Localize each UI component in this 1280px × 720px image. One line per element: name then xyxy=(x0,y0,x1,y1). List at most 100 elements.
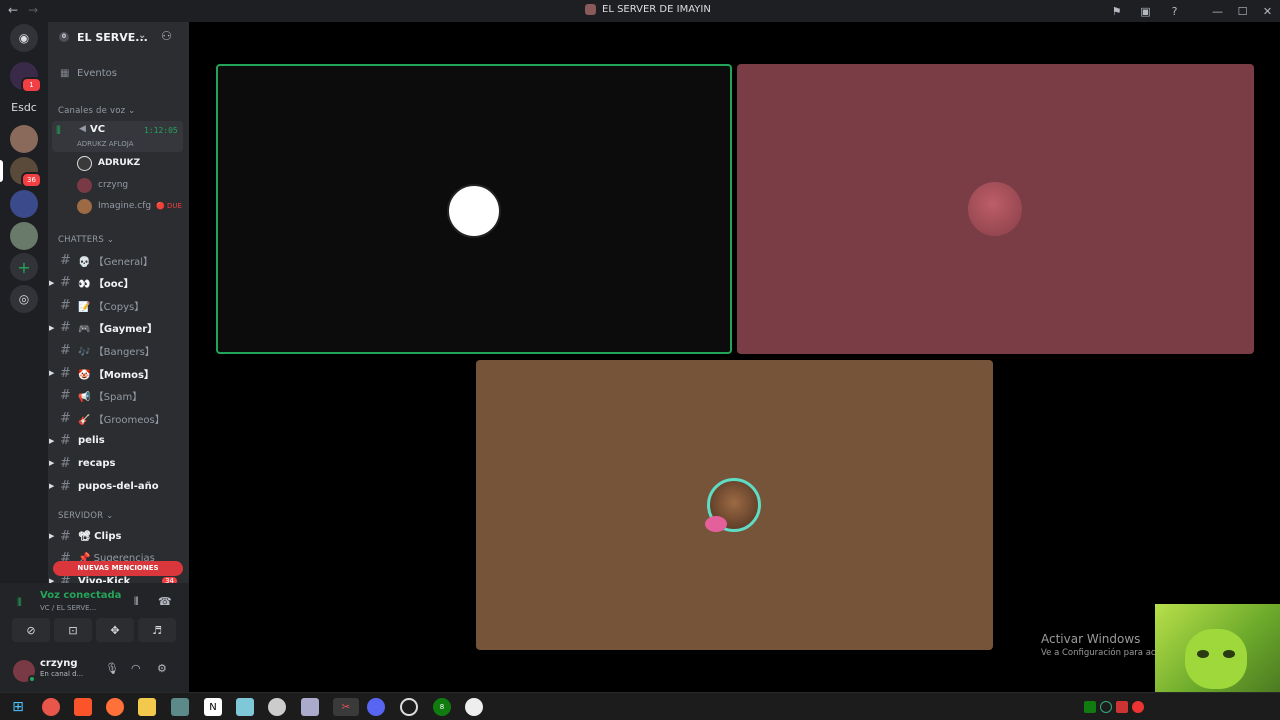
soundboard-icon: ♬ xyxy=(152,623,162,637)
voice-connected-label[interactable]: Voz conectada xyxy=(40,590,121,601)
flag-icon[interactable]: ⚑ xyxy=(1102,5,1131,18)
folder-label[interactable]: Esdc xyxy=(0,101,48,114)
inbox-icon[interactable]: ▣ xyxy=(1131,5,1160,18)
picture-in-picture-cat[interactable] xyxy=(1155,604,1280,692)
voice-timer: 1:12:05 xyxy=(144,126,178,135)
server-header[interactable]: 0 EL SERVE... ⌄ ⚇ xyxy=(48,22,189,54)
steam-icon[interactable] xyxy=(400,698,418,716)
app-icon[interactable] xyxy=(301,698,319,716)
expand-arrow-icon[interactable]: ▶ xyxy=(49,532,54,540)
events-row[interactable]: ▦ Eventos xyxy=(52,63,185,83)
close-icon[interactable]: ✕ xyxy=(1255,5,1280,18)
channel-label: pupos-del-año xyxy=(78,480,159,492)
invite-icon[interactable]: ⚇ xyxy=(161,29,172,43)
snipping-icon[interactable]: ✂ xyxy=(333,698,359,716)
noise-suppression-icon[interactable]: ⫴ xyxy=(134,595,139,609)
folder-icon[interactable] xyxy=(138,698,156,716)
shield-icon[interactable] xyxy=(268,698,286,716)
discord-home-icon[interactable]: ◉ xyxy=(10,24,38,52)
tray-record-icon[interactable] xyxy=(1132,701,1144,713)
discord-taskbar-icon[interactable] xyxy=(367,698,385,716)
expand-arrow-icon[interactable]: ▶ xyxy=(49,324,54,332)
mouse-app-icon[interactable] xyxy=(465,698,483,716)
soundboard-button[interactable]: ♬ xyxy=(138,618,176,642)
channel-row[interactable]: # 💀 【General】 xyxy=(52,250,185,270)
server-icon-1[interactable] xyxy=(10,125,38,153)
server-thumb-icon xyxy=(585,4,596,15)
channel-row[interactable]: ▶ # 👀 【ooc】 xyxy=(49,273,185,293)
expand-arrow-icon[interactable]: ▶ xyxy=(49,369,54,377)
activate-windows-title: Activar Windows xyxy=(1041,632,1141,646)
server-icon-2[interactable]: 36 xyxy=(10,157,42,188)
add-server-icon[interactable]: + xyxy=(10,253,38,281)
microphone-icon[interactable]: 🎙 xyxy=(105,662,119,675)
voice-member-adrukz[interactable]: ADRUKZ xyxy=(77,153,140,173)
headphones-icon[interactable]: ◠ xyxy=(131,662,141,675)
browser-icon[interactable] xyxy=(42,698,60,716)
settings-gear-icon[interactable]: ⚙ xyxy=(157,662,167,675)
username[interactable]: crzyng xyxy=(40,658,77,669)
expand-arrow-icon[interactable]: ▶ xyxy=(49,482,54,490)
video-tile-imagine[interactable] xyxy=(476,360,993,650)
dm-badge: 1 xyxy=(21,77,42,93)
brave-icon[interactable] xyxy=(74,698,92,716)
speaker-icon: ◀ xyxy=(79,124,86,134)
compass-icon[interactable]: ◎ xyxy=(10,285,38,313)
server-icon-4[interactable] xyxy=(10,222,38,250)
signal-icon[interactable]: ⦀ xyxy=(17,596,22,610)
channel-row[interactable]: # 📢 【Spam】 xyxy=(52,386,185,406)
channel-row[interactable]: ▶ # 📽 Clips xyxy=(49,526,185,546)
channel-label: 💀 【General】 xyxy=(78,256,154,268)
channel-row[interactable]: ▶ # 🤡 【Momos】 xyxy=(49,363,185,383)
channel-row[interactable]: # 🎶 【Bangers】 xyxy=(52,340,185,360)
firefox-icon[interactable] xyxy=(106,698,124,716)
channel-label: 🎸 【Groomeos】 xyxy=(78,414,165,426)
video-tile-adrukz[interactable] xyxy=(216,64,732,354)
expand-arrow-icon[interactable]: ▶ xyxy=(49,459,54,467)
dm-avatar[interactable]: 1 xyxy=(10,62,42,93)
servidor-category[interactable]: SERVIDOR ⌄ xyxy=(58,511,114,521)
voice-category[interactable]: Canales de voz ⌄ xyxy=(58,106,136,116)
minimize-icon[interactable]: — xyxy=(1205,5,1230,18)
notes-icon[interactable] xyxy=(236,698,254,716)
user-status: En canal d... xyxy=(40,670,84,678)
channel-row[interactable]: ▶ # pelis xyxy=(49,431,185,451)
maximize-icon[interactable]: ☐ xyxy=(1230,5,1255,18)
video-tile-crzyng[interactable] xyxy=(737,64,1254,354)
hash-icon: # xyxy=(60,455,71,471)
help-icon[interactable]: ? xyxy=(1160,5,1189,18)
calculator-icon[interactable] xyxy=(171,698,189,716)
channel-label: 📝 【Copys】 xyxy=(78,301,145,313)
xbox-icon[interactable]: 8 xyxy=(433,698,451,716)
expand-arrow-icon[interactable]: ▶ xyxy=(49,437,54,445)
tray-xbox-icon[interactable] xyxy=(1084,701,1096,713)
forward-arrow-icon[interactable]: → xyxy=(28,3,38,17)
windows-start-icon[interactable]: ⊞ xyxy=(9,698,27,716)
activities-button[interactable]: ✥ xyxy=(96,618,134,642)
hash-icon: # xyxy=(60,410,71,426)
voice-member-crzyng[interactable]: crzyng xyxy=(77,175,128,195)
channel-row[interactable]: ▶ # pupos-del-año xyxy=(49,476,185,496)
tray-status-icon[interactable] xyxy=(1100,701,1112,713)
channel-label: Vivo-Kick xyxy=(78,575,131,583)
channel-row[interactable]: # 🎸 【Groomeos】 xyxy=(52,408,185,428)
disconnect-icon[interactable]: ☎ xyxy=(158,595,172,608)
user-area: crzyng En canal d... 🎙 ◠ ⚙ xyxy=(0,655,189,692)
voice-channel-vc[interactable]: ⦀ ◀ VC 1:12:05 ADRUKZ AFLOJA xyxy=(52,121,183,152)
window-title-text: EL SERVER DE IMAYIN xyxy=(602,4,711,15)
new-mentions-banner[interactable]: NUEVAS MENCIONES xyxy=(53,561,183,576)
channel-row[interactable]: ▶ # recaps xyxy=(49,453,185,473)
back-arrow-icon[interactable]: ← xyxy=(8,3,18,17)
notion-icon[interactable]: N xyxy=(204,698,222,716)
expand-arrow-icon[interactable]: ▶ xyxy=(49,279,54,287)
voice-location[interactable]: VC / EL SERVE... xyxy=(40,604,96,612)
channel-row[interactable]: ▶ # 🎮 【Gaymer】 xyxy=(49,318,185,338)
chatters-category[interactable]: CHATTERS ⌄ xyxy=(58,235,114,245)
channel-row[interactable]: # 📝 【Copys】 xyxy=(52,295,185,315)
camera-button[interactable]: ⊘ xyxy=(12,618,50,642)
tray-mic-icon[interactable] xyxy=(1116,701,1128,713)
server-icon-3[interactable] xyxy=(10,190,38,218)
channel-sidebar: 0 EL SERVE... ⌄ ⚇ ▦ Eventos Canales de v… xyxy=(48,22,189,583)
voice-member-imagine[interactable]: Imagine.cfg 🔴 DUE xyxy=(77,196,182,216)
screen-share-button[interactable]: ⊡ xyxy=(54,618,92,642)
